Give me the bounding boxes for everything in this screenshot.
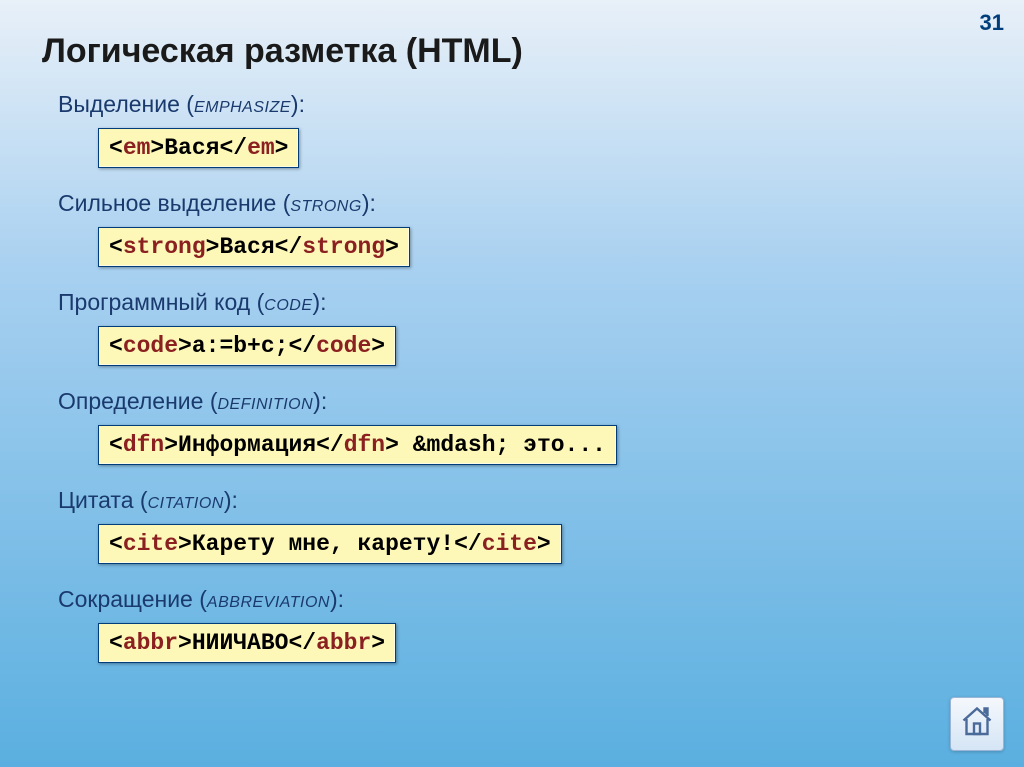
label-en: citation (148, 487, 224, 513)
label-en: abbreviation (207, 586, 330, 612)
label-en: strong (290, 190, 361, 216)
section-label-emphasize: Выделение (emphasize): (58, 91, 1024, 118)
code-example-em: <em>Вася</em> (98, 128, 299, 168)
paren-close: ): (224, 487, 238, 513)
label-en: emphasize (194, 91, 291, 117)
section-label-cite: Цитата (citation): (58, 487, 1024, 514)
home-icon (959, 704, 995, 745)
slide-content: Выделение (emphasize): <em>Вася</em> Сил… (0, 91, 1024, 675)
label-ru: Сильное выделение (58, 190, 276, 216)
paren-open: ( (140, 487, 148, 513)
section-label-abbr: Сокращение (abbreviation): (58, 586, 1024, 613)
paren-close: ): (330, 586, 344, 612)
paren-close: ): (313, 388, 327, 414)
label-ru: Сокращение (58, 586, 193, 612)
label-ru: Цитата (58, 487, 134, 513)
code-example-cite: <cite>Карету мне, карету!</cite> (98, 524, 562, 564)
label-ru: Выделение (58, 91, 180, 117)
section-label-strong: Сильное выделение (strong): (58, 190, 1024, 217)
code-example-code: <code>a:=b+c;</code> (98, 326, 396, 366)
label-ru: Программный код (58, 289, 250, 315)
home-button[interactable] (950, 697, 1004, 751)
paren-open: ( (199, 586, 207, 612)
paren-close: ): (291, 91, 305, 117)
label-ru: Определение (58, 388, 203, 414)
section-label-code: Программный код (code): (58, 289, 1024, 316)
slide-title: Логическая разметка (HTML) (0, 0, 1024, 81)
paren-open: ( (210, 388, 218, 414)
section-label-dfn: Определение (definition): (58, 388, 1024, 415)
code-example-abbr: <abbr>НИИЧАВО</abbr> (98, 623, 396, 663)
paren-close: ): (362, 190, 376, 216)
paren-close: ): (313, 289, 327, 315)
label-en: definition (218, 388, 314, 414)
paren-open: ( (186, 91, 194, 117)
code-example-strong: <strong>Вася</strong> (98, 227, 410, 267)
label-en: code (264, 289, 312, 315)
page-number: 31 (980, 10, 1004, 36)
code-example-dfn: <dfn>Информация</dfn> &mdash; это... (98, 425, 617, 465)
